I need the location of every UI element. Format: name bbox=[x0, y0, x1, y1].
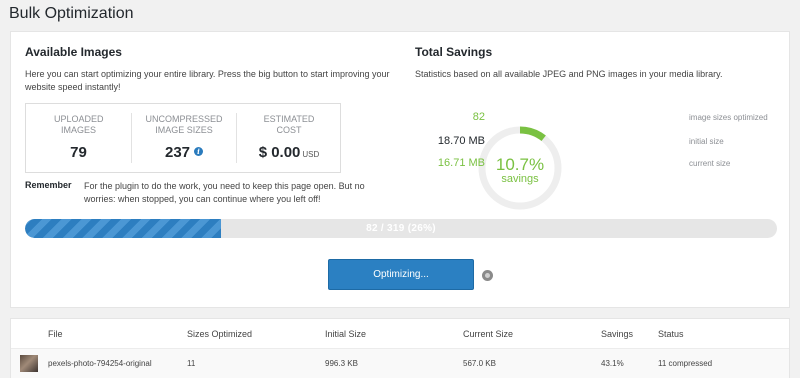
savings-value: 82 bbox=[472, 111, 485, 123]
cell-current-size: 567.0 KB bbox=[463, 359, 496, 368]
progress-text: 82 / 319 (26%) bbox=[366, 223, 436, 234]
column-header-initial-size: Initial Size bbox=[325, 329, 367, 339]
savings-value: 16.71 MB bbox=[437, 157, 485, 169]
stat-cost-unit: USD bbox=[302, 150, 320, 159]
table-row: pexels-photo-794254-original 11 996.3 KB… bbox=[11, 348, 789, 378]
cell-savings: 43.1% bbox=[601, 359, 624, 368]
image-stats-box: Uploaded Images 79 Uncompressed Image Si… bbox=[25, 103, 341, 173]
image-thumbnail bbox=[20, 355, 38, 372]
savings-label: current size bbox=[689, 159, 731, 168]
page-title: Bulk Optimization bbox=[9, 5, 134, 22]
column-header-savings: Savings bbox=[601, 329, 634, 339]
savings-label: image sizes optimized bbox=[689, 113, 768, 122]
savings-label: initial size bbox=[689, 137, 724, 146]
column-header-file: File bbox=[48, 329, 63, 339]
stat-uploaded-value: 79 bbox=[70, 144, 87, 161]
column-header-current-size: Current Size bbox=[463, 329, 514, 339]
total-savings-description: Statistics based on all available JPEG a… bbox=[415, 69, 723, 79]
remember-label: Remember bbox=[25, 180, 72, 190]
bulk-optimization-panel: Available Images Here you can start opti… bbox=[10, 31, 790, 308]
stat-cost-label: Estimated Cost bbox=[263, 114, 315, 135]
info-icon[interactable]: i bbox=[194, 147, 204, 156]
stat-uncompressed-sizes: Uncompressed Image Sizes 237 i bbox=[132, 104, 236, 174]
savings-percent-label: savings bbox=[501, 173, 539, 185]
stat-cost-value-wrap: $ 0.00 USD bbox=[237, 144, 341, 161]
stat-uncompressed-value-wrap: 237 i bbox=[132, 144, 236, 161]
optimization-progress-bar: 82 / 319 (26%) bbox=[25, 219, 777, 238]
available-images-description: Here you can start optimizing your entir… bbox=[25, 69, 390, 92]
optimizing-button[interactable]: Optimizing... bbox=[328, 259, 474, 290]
stat-uploaded-label: Uploaded Images bbox=[54, 114, 104, 135]
stat-uncompressed-label: Uncompressed Image Sizes bbox=[145, 114, 223, 135]
total-savings-heading: Total Savings bbox=[415, 45, 493, 59]
cell-sizes-optimized: 11 bbox=[187, 359, 196, 368]
cell-file: pexels-photo-794254-original bbox=[48, 359, 152, 368]
column-header-sizes-optimized: Sizes Optimized bbox=[187, 329, 253, 339]
stat-uncompressed-value: 237 bbox=[164, 144, 191, 161]
stat-uploaded-images: Uploaded Images 79 bbox=[26, 104, 131, 174]
spinner-icon bbox=[482, 270, 493, 281]
cell-status: 11 compressed bbox=[658, 359, 713, 368]
cell-initial-size: 996.3 KB bbox=[325, 359, 358, 368]
stat-estimated-cost: Estimated Cost $ 0.00 USD bbox=[237, 104, 341, 174]
savings-value: 18.70 MB bbox=[437, 135, 485, 147]
stat-cost-value: $ 0.00 bbox=[258, 144, 301, 161]
column-header-status: Status bbox=[658, 329, 684, 339]
available-images-heading: Available Images bbox=[25, 45, 122, 59]
remember-text: For the plugin to do the work, you need … bbox=[84, 181, 365, 204]
optimization-results-table: File Sizes Optimized Initial Size Curren… bbox=[10, 318, 790, 378]
